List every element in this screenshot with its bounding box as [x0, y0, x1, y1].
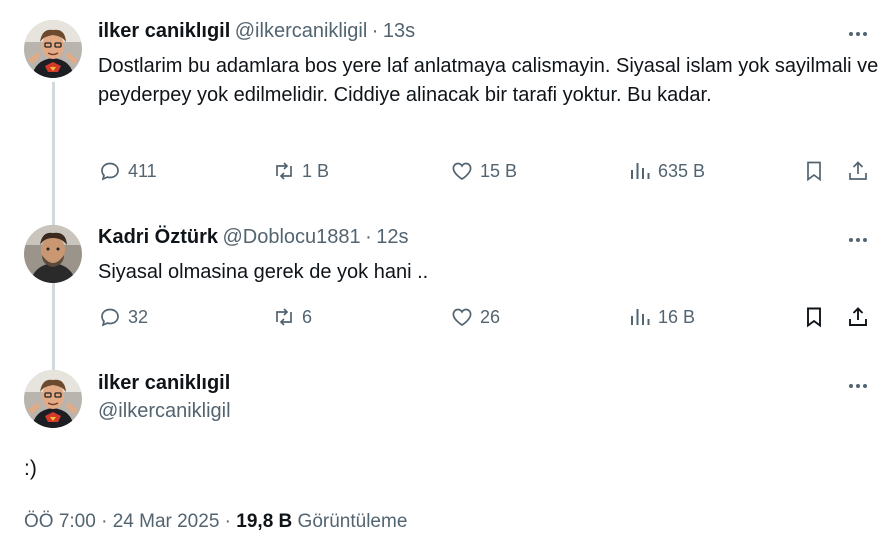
- reply-count: 411: [128, 160, 157, 181]
- more-options-icon[interactable]: [844, 230, 872, 250]
- analytics-icon: [631, 163, 650, 179]
- bookmark-icon: [807, 307, 821, 328]
- reply-button[interactable]: 411: [98, 159, 157, 183]
- bookmark-icon: [807, 161, 821, 182]
- retweet-count: 1 B: [302, 160, 330, 181]
- like-button[interactable]: 26: [450, 305, 500, 329]
- author-name[interactable]: ilker caniklıgil: [98, 20, 230, 42]
- avatar[interactable]: [24, 225, 82, 283]
- timestamp[interactable]: ÖÖ 7:00 · 24 Mar 2025 ·: [24, 511, 231, 532]
- reply-icon: [101, 308, 119, 327]
- views-label: Görüntüleme: [297, 511, 408, 532]
- tweet-header: ilker caniklıgil @ilkercanikligil · 13s: [98, 20, 415, 43]
- retweet-button[interactable]: 6: [272, 305, 312, 329]
- analytics-icon: [631, 309, 650, 325]
- retweet-icon: [276, 162, 292, 180]
- avatar[interactable]: [24, 20, 82, 78]
- like-button[interactable]: 15 B: [450, 159, 517, 183]
- author-name[interactable]: Kadri Öztürk: [98, 226, 218, 248]
- retweet-button[interactable]: 1 B: [272, 159, 329, 183]
- views-button[interactable]: 635 B: [628, 159, 705, 183]
- views-count: 16 B: [658, 306, 696, 327]
- reply-count: 32: [128, 306, 149, 327]
- main-header: ilker caniklıgil @ilkercanikligil: [98, 372, 231, 423]
- tweet-time[interactable]: 12s: [376, 226, 408, 248]
- tweet-header: Kadri Öztürk @Doblocu1881 · 12s: [98, 226, 409, 249]
- bookmark-button[interactable]: [802, 305, 826, 329]
- tweet-text: Siyasal olmasina gerek de yok hani ..: [98, 261, 429, 283]
- share-button[interactable]: [846, 305, 870, 329]
- separator-dot: ·: [371, 20, 379, 42]
- bookmark-button[interactable]: [802, 159, 826, 183]
- tweet-time[interactable]: 13s: [383, 20, 415, 42]
- views-total: 19,8 B: [236, 511, 293, 532]
- more-options-icon[interactable]: [844, 376, 872, 396]
- reply-icon: [101, 162, 119, 181]
- share-icon: [849, 307, 867, 326]
- retweet-icon: [276, 308, 292, 326]
- share-button[interactable]: [846, 159, 870, 183]
- author-handle[interactable]: @Doblocu1881: [222, 226, 360, 248]
- like-count: 26: [480, 306, 501, 327]
- tweet-text: Dostlarim bu adamlara bos yere laf anlat…: [98, 55, 879, 106]
- share-icon: [849, 161, 867, 180]
- views-count: 635 B: [658, 160, 706, 181]
- author-name[interactable]: ilker caniklıgil: [98, 372, 231, 395]
- tweet-meta: ÖÖ 7:00 · 24 Mar 2025 · 19,8 B Görüntüle…: [24, 511, 407, 533]
- retweet-count: 6: [302, 306, 313, 327]
- heart-icon: [452, 308, 472, 326]
- tweet-actions: 411 1 B 15 B 635 B: [98, 159, 872, 189]
- separator-dot: ·: [365, 226, 372, 248]
- reply-button[interactable]: 32: [98, 305, 148, 329]
- heart-icon: [452, 162, 472, 180]
- main-tweet-text: :): [24, 457, 37, 480]
- avatar[interactable]: [24, 370, 82, 428]
- more-options-icon[interactable]: [844, 24, 872, 44]
- like-count: 15 B: [480, 160, 518, 181]
- author-handle[interactable]: @ilkercanikligil: [235, 20, 368, 42]
- tweet-actions: 32 6 26 16 B: [98, 305, 872, 335]
- author-handle[interactable]: @ilkercanikligil: [98, 400, 231, 423]
- views-button[interactable]: 16 B: [628, 305, 695, 329]
